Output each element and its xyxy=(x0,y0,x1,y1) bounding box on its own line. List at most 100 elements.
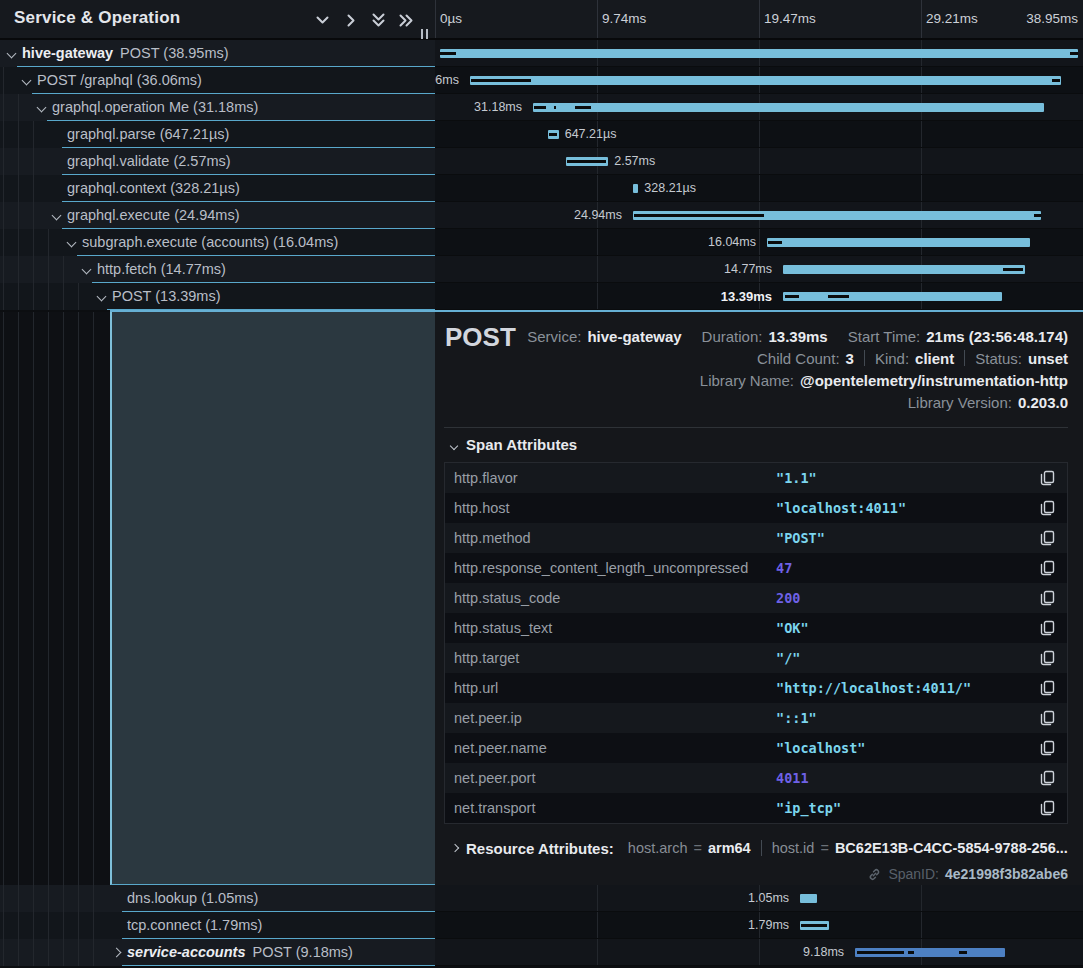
span-bar-row[interactable]: 1.05ms xyxy=(435,885,1083,912)
chevron-right-icon[interactable] xyxy=(452,845,458,851)
indent-guide xyxy=(3,229,4,256)
span-duration-bar[interactable] xyxy=(633,184,638,193)
span-name-row[interactable]: graphql.operation Me (31.18ms) xyxy=(0,94,435,121)
collapse-one-icon[interactable] xyxy=(315,13,330,27)
attribute-row: http.host"localhost:4011" xyxy=(445,493,1067,523)
copy-icon[interactable] xyxy=(1040,590,1055,606)
span-name-row[interactable]: tcp.connect (1.79ms) xyxy=(0,912,435,939)
copy-icon[interactable] xyxy=(1040,620,1055,636)
span-bar-row[interactable]: 14.77ms xyxy=(435,256,1083,283)
attribute-key: http.status_text xyxy=(454,620,552,636)
span-duration-bar[interactable] xyxy=(783,292,1002,301)
copy-icon[interactable] xyxy=(1040,740,1055,756)
span-bar-row[interactable]: 9.18ms xyxy=(435,939,1083,966)
indent-guide xyxy=(33,229,34,256)
chevron-down-icon[interactable] xyxy=(38,104,45,111)
indent-guide xyxy=(48,283,49,310)
ruler-tick-label: 29.21ms xyxy=(926,11,978,26)
span-bar-row[interactable]: 38.95ms xyxy=(435,40,1083,67)
span-duration-bar[interactable] xyxy=(800,894,817,903)
critical-path-segment xyxy=(959,951,966,954)
chevron-right-icon[interactable] xyxy=(113,949,120,956)
span-bar-row[interactable]: 36.06ms xyxy=(435,67,1083,94)
span-name-label: hive-gatewayPOST (38.95ms) xyxy=(22,45,229,61)
attribute-row: net.peer.ip"::1" xyxy=(445,703,1067,733)
row-underline xyxy=(122,965,435,966)
indent-guide xyxy=(33,121,34,148)
span-name-label: graphql.parse (647.21µs) xyxy=(67,126,229,142)
attribute-key: http.status_code xyxy=(454,590,560,606)
expand-one-icon[interactable] xyxy=(344,13,358,28)
chevron-down-icon[interactable] xyxy=(98,293,105,300)
span-name-row[interactable]: POST /graphql (36.06ms) xyxy=(0,67,435,94)
copy-icon[interactable] xyxy=(1040,650,1055,666)
span-bar-row[interactable]: 31.18ms xyxy=(435,94,1083,121)
span-name-row[interactable]: POST (13.39ms) xyxy=(0,283,435,310)
span-bar-row[interactable]: 647.21µs xyxy=(435,121,1083,148)
indent-guide xyxy=(48,885,49,912)
span-name-row[interactable]: service-accountsPOST (9.18ms) xyxy=(0,939,435,966)
attribute-key: net.peer.ip xyxy=(454,710,522,726)
span-duration-bar[interactable] xyxy=(783,265,1025,274)
span-bar-row[interactable]: 328.21µs xyxy=(435,175,1083,202)
chevron-down-icon[interactable] xyxy=(23,77,30,84)
chevron-down-icon[interactable] xyxy=(68,239,75,246)
span-name-row[interactable]: graphql.execute (24.94ms) xyxy=(0,202,435,229)
copy-icon[interactable] xyxy=(1040,800,1055,816)
span-bar-row[interactable]: 2.57ms xyxy=(435,148,1083,175)
critical-path-segment xyxy=(575,106,591,109)
span-name-row[interactable]: http.fetch (14.77ms) xyxy=(0,256,435,283)
span-name-row[interactable]: hive-gatewayPOST (38.95ms) xyxy=(0,40,435,67)
bar-duration-label: 31.18ms xyxy=(474,100,522,114)
collapse-all-icon[interactable] xyxy=(371,11,386,29)
detail-left-fill xyxy=(110,312,435,885)
span-bar-row[interactable]: 24.94ms xyxy=(435,202,1083,229)
critical-path-segment xyxy=(828,295,848,298)
copy-icon[interactable] xyxy=(1040,770,1055,786)
span-attributes-title[interactable]: Span Attributes xyxy=(466,436,577,453)
indent-guide xyxy=(78,912,79,939)
chevron-down-icon[interactable] xyxy=(8,50,15,57)
ruler-tick xyxy=(435,0,436,38)
expand-all-icon[interactable] xyxy=(397,13,415,28)
bar-duration-label: 328.21µs xyxy=(644,181,696,195)
copy-icon[interactable] xyxy=(1040,470,1055,486)
grid-line xyxy=(597,283,598,310)
ruler-tick-label: 9.74ms xyxy=(602,11,646,26)
span-name-row[interactable]: dns.lookup (1.05ms) xyxy=(0,885,435,912)
overview-label: Status: xyxy=(975,350,1022,367)
span-attributes-chevron-icon[interactable] xyxy=(451,443,457,449)
indent-guide xyxy=(3,283,4,310)
copy-icon[interactable] xyxy=(1040,560,1055,576)
copy-icon[interactable] xyxy=(1040,500,1055,516)
chevron-down-icon[interactable] xyxy=(83,266,90,273)
copy-icon[interactable] xyxy=(1040,710,1055,726)
span-duration-bar[interactable] xyxy=(470,76,1061,85)
span-name-row[interactable]: graphql.validate (2.57ms) xyxy=(0,148,435,175)
copy-icon[interactable] xyxy=(1040,530,1055,546)
indent-guide xyxy=(3,67,4,94)
span-duration-bar[interactable] xyxy=(767,238,1030,247)
link-icon[interactable] xyxy=(867,867,882,882)
span-duration-bar[interactable] xyxy=(440,49,1078,58)
copy-icon[interactable] xyxy=(1040,680,1055,696)
span-bar-row[interactable]: 13.39ms xyxy=(435,283,1083,310)
service-name: hive-gateway xyxy=(22,45,113,61)
attribute-key: http.method xyxy=(454,530,531,546)
attribute-key: http.flavor xyxy=(454,470,518,486)
chevron-down-icon[interactable] xyxy=(53,212,60,219)
span-name-row[interactable]: graphql.context (328.21µs) xyxy=(0,175,435,202)
critical-path-segment xyxy=(567,160,606,163)
grid-line xyxy=(759,175,760,202)
attribute-value: "POST" xyxy=(776,530,825,546)
span-duration-bar[interactable] xyxy=(533,103,1044,112)
span-name-row[interactable]: graphql.parse (647.21µs) xyxy=(0,121,435,148)
span-bar-row[interactable]: 16.04ms xyxy=(435,229,1083,256)
span-name-row[interactable]: subgraph.execute (accounts) (16.04ms) xyxy=(0,229,435,256)
overview-label: Library Version: xyxy=(908,394,1012,411)
grid-line xyxy=(597,256,598,283)
timeline-ruler[interactable]: 0µs9.74ms19.47ms29.21ms38.95ms xyxy=(435,0,1083,40)
span-id-row: SpanID: 4e21998f3b82abe6 xyxy=(867,864,1068,884)
resource-attributes-row[interactable]: Resource Attributes:host.arch=arm64host.… xyxy=(444,837,1068,859)
span-bar-row[interactable]: 1.79ms xyxy=(435,912,1083,939)
